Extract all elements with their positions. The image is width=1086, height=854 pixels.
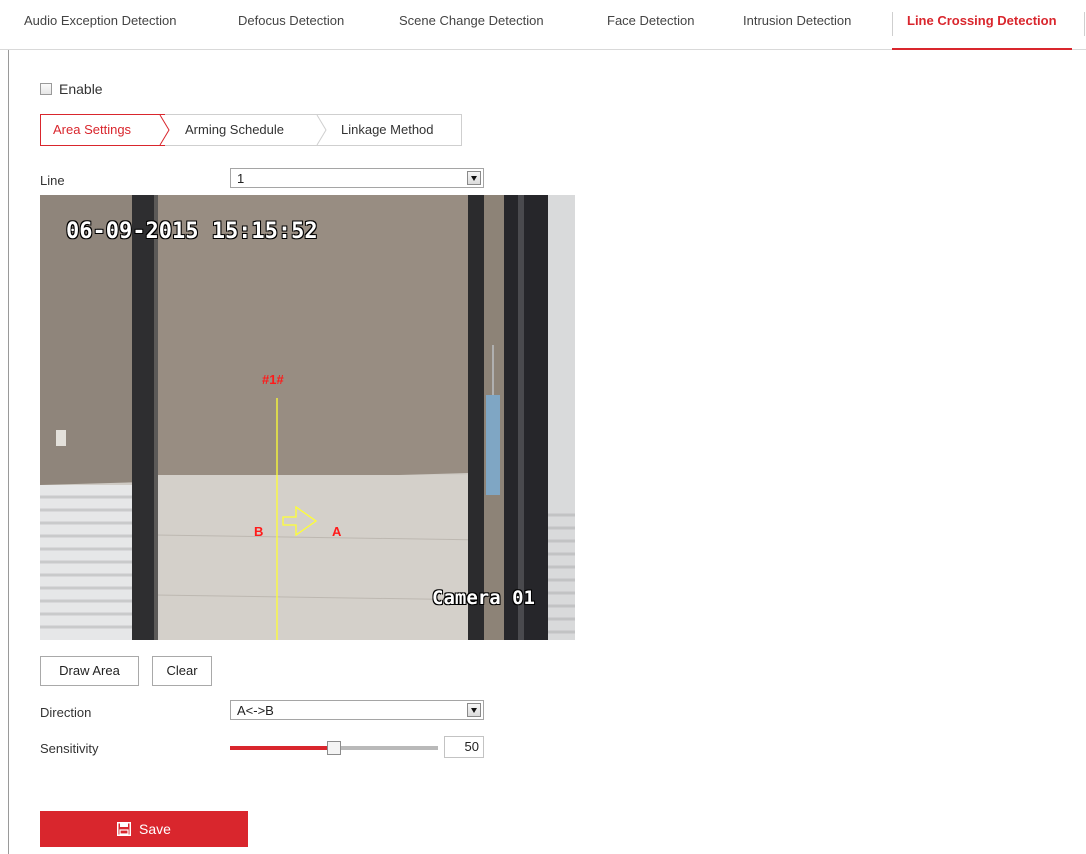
- tab-divider: [892, 12, 893, 36]
- subtab-area-settings[interactable]: Area Settings: [53, 115, 131, 145]
- tab-scene-change-detection[interactable]: Scene Change Detection: [399, 0, 544, 50]
- save-label: Save: [139, 821, 171, 837]
- tab-intrusion-detection[interactable]: Intrusion Detection: [743, 0, 851, 50]
- draw-area-button[interactable]: Draw Area: [40, 656, 139, 686]
- sensitivity-label: Sensitivity: [40, 741, 99, 756]
- tab-face-detection[interactable]: Face Detection: [607, 0, 694, 50]
- slider-handle[interactable]: [327, 741, 341, 755]
- line-select[interactable]: 1: [230, 168, 484, 188]
- chevron-down-icon[interactable]: [467, 171, 481, 185]
- subtab-arming-schedule[interactable]: Arming Schedule: [185, 115, 284, 145]
- clear-button[interactable]: Clear: [152, 656, 212, 686]
- chevron-right-icon: [159, 115, 170, 145]
- settings-subtabs: Area Settings Arming Schedule Linkage Me…: [40, 114, 462, 146]
- enable-checkbox[interactable]: [40, 83, 52, 95]
- osd-camera-name: Camera 01: [432, 587, 535, 609]
- sensitivity-slider[interactable]: [230, 741, 438, 755]
- chevron-right-icon: [316, 115, 327, 145]
- chevron-down-icon[interactable]: [467, 703, 481, 717]
- direction-select-value: A<->B: [237, 703, 274, 718]
- content-left-border: [8, 50, 9, 854]
- tab-line-crossing-detection[interactable]: Line Crossing Detection: [892, 0, 1072, 50]
- detection-tabs: Audio Exception Detection Defocus Detect…: [0, 0, 1086, 50]
- side-b-label: B: [254, 524, 264, 539]
- line-select-value: 1: [237, 171, 245, 186]
- floppy-disk-icon: [117, 822, 132, 836]
- direction-select[interactable]: A<->B: [230, 700, 484, 720]
- direction-label: Direction: [40, 705, 92, 720]
- tab-defocus-detection[interactable]: Defocus Detection: [238, 0, 344, 50]
- save-button[interactable]: Save: [40, 811, 248, 847]
- sensitivity-value[interactable]: 50: [444, 736, 484, 758]
- slider-fill: [230, 746, 334, 750]
- tab-divider: [1084, 12, 1085, 36]
- line-tag-label: #1#: [262, 372, 284, 387]
- camera-scene: [40, 195, 575, 640]
- tab-audio-exception-detection[interactable]: Audio Exception Detection: [24, 0, 176, 50]
- live-video-preview[interactable]: 06-09-2015 15:15:52 Camera 01 #1# B A: [40, 195, 575, 640]
- subtab-linkage-method[interactable]: Linkage Method: [341, 115, 434, 145]
- side-a-label: A: [332, 524, 342, 539]
- enable-row: Enable: [40, 80, 103, 98]
- line-label: Line: [40, 173, 65, 188]
- enable-label: Enable: [59, 81, 103, 97]
- osd-timestamp: 06-09-2015 15:15:52: [66, 219, 318, 244]
